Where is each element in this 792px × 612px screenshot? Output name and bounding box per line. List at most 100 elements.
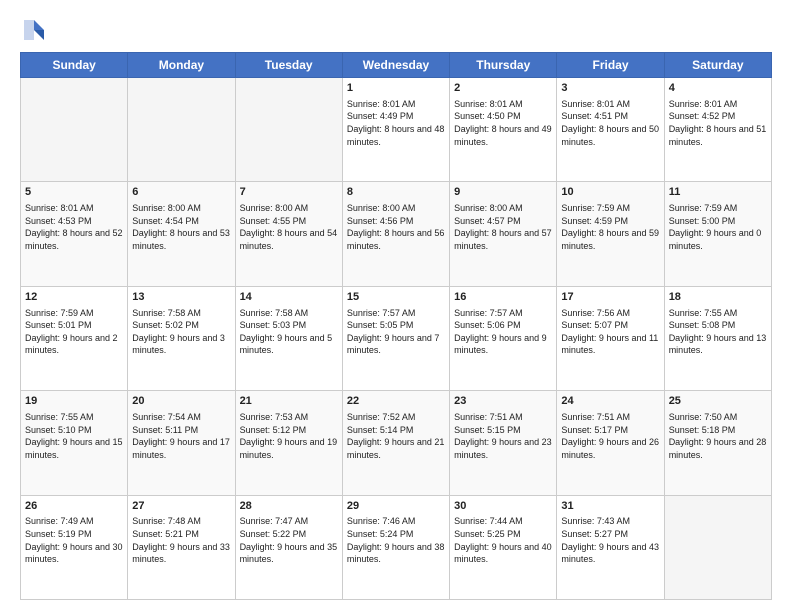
cell-info: Sunrise: 8:00 AM Sunset: 4:57 PM Dayligh… xyxy=(454,202,552,252)
day-number: 24 xyxy=(561,394,659,409)
calendar-cell: 27Sunrise: 7:48 AM Sunset: 5:21 PM Dayli… xyxy=(128,495,235,599)
day-header-thursday: Thursday xyxy=(450,53,557,78)
calendar-cell: 4Sunrise: 8:01 AM Sunset: 4:52 PM Daylig… xyxy=(664,78,771,182)
header xyxy=(20,16,772,44)
calendar-cell: 14 Sunrise: 7:58 AM Sunset: 5:03 PM Dayli… xyxy=(235,286,342,390)
cell-info: Sunrise: 7:59 AM Sunset: 5:00 PM Dayligh… xyxy=(669,202,767,252)
day-number: 6 xyxy=(132,185,230,200)
cell-info: Sunrise: 7:59 AM Sunset: 4:59 PM Dayligh… xyxy=(561,202,659,252)
day-number: 15 xyxy=(347,290,445,305)
day-header-sunday: Sunday xyxy=(21,53,128,78)
cell-info: Sunrise: 8:00 AM Sunset: 4:55 PM Dayligh… xyxy=(240,202,338,252)
calendar-cell: 12 Sunrise: 7:59 AM Sunset: 5:01 PM Dayli… xyxy=(21,286,128,390)
cell-info: Sunrise: 7:55 AM Sunset: 5:08 PM Dayligh… xyxy=(669,307,767,357)
cell-info: Sunrise: 8:01 AM Sunset: 4:50 PM Dayligh… xyxy=(454,98,552,148)
day-number: 27 xyxy=(132,499,230,514)
day-header-monday: Monday xyxy=(128,53,235,78)
day-header-friday: Friday xyxy=(557,53,664,78)
day-number: 28 xyxy=(240,499,338,514)
cell-info: Sunrise: 7:46 AM Sunset: 5:24 PM Dayligh… xyxy=(347,515,445,565)
week-row-1: 1 Sunrise: 8:01 AM Sunset: 4:49 PM Daylig… xyxy=(21,78,772,182)
calendar-cell: 13Sunrise: 7:58 AM Sunset: 5:02 PM Dayli… xyxy=(128,286,235,390)
week-row-5: 26Sunrise: 7:49 AM Sunset: 5:19 PM Dayli… xyxy=(21,495,772,599)
calendar-cell: 19 Sunrise: 7:55 AM Sunset: 5:10 PM Dayli… xyxy=(21,391,128,495)
day-number: 21 xyxy=(240,394,338,409)
day-number: 11 xyxy=(669,185,767,200)
logo-icon xyxy=(20,16,48,44)
day-number: 19 xyxy=(25,394,123,409)
day-number: 16 xyxy=(454,290,552,305)
calendar-table: SundayMondayTuesdayWednesdayThursdayFrid… xyxy=(20,52,772,600)
cell-info: Sunrise: 7:48 AM Sunset: 5:21 PM Dayligh… xyxy=(132,515,230,565)
logo xyxy=(20,16,52,44)
calendar-cell: 5 Sunrise: 8:01 AM Sunset: 4:53 PM Daylig… xyxy=(21,182,128,286)
cell-info: Sunrise: 8:00 AM Sunset: 4:54 PM Dayligh… xyxy=(132,202,230,252)
day-number: 20 xyxy=(132,394,230,409)
calendar-cell: 8 Sunrise: 8:00 AM Sunset: 4:56 PM Daylig… xyxy=(342,182,449,286)
calendar-cell: 29Sunrise: 7:46 AM Sunset: 5:24 PM Dayli… xyxy=(342,495,449,599)
cell-info: Sunrise: 7:55 AM Sunset: 5:10 PM Dayligh… xyxy=(25,411,123,461)
day-number: 10 xyxy=(561,185,659,200)
page: SundayMondayTuesdayWednesdayThursdayFrid… xyxy=(0,0,792,612)
day-number: 9 xyxy=(454,185,552,200)
cell-info: Sunrise: 7:59 AM Sunset: 5:01 PM Dayligh… xyxy=(25,307,123,357)
calendar-cell: 15 Sunrise: 7:57 AM Sunset: 5:05 PM Dayli… xyxy=(342,286,449,390)
cell-info: Sunrise: 7:51 AM Sunset: 5:17 PM Dayligh… xyxy=(561,411,659,461)
day-number: 1 xyxy=(347,81,445,96)
day-number: 12 xyxy=(25,290,123,305)
cell-info: Sunrise: 7:44 AM Sunset: 5:25 PM Dayligh… xyxy=(454,515,552,565)
calendar-cell: 30Sunrise: 7:44 AM Sunset: 5:25 PM Dayli… xyxy=(450,495,557,599)
calendar-cell xyxy=(664,495,771,599)
cell-info: Sunrise: 7:58 AM Sunset: 5:03 PM Dayligh… xyxy=(240,307,338,357)
cell-info: Sunrise: 7:43 AM Sunset: 5:27 PM Dayligh… xyxy=(561,515,659,565)
cell-info: Sunrise: 7:52 AM Sunset: 5:14 PM Dayligh… xyxy=(347,411,445,461)
cell-info: Sunrise: 8:01 AM Sunset: 4:49 PM Dayligh… xyxy=(347,98,445,148)
day-number: 26 xyxy=(25,499,123,514)
calendar-cell: 11 Sunrise: 7:59 AM Sunset: 5:00 PM Dayli… xyxy=(664,182,771,286)
calendar-cell: 10 Sunrise: 7:59 AM Sunset: 4:59 PM Dayli… xyxy=(557,182,664,286)
cell-info: Sunrise: 7:54 AM Sunset: 5:11 PM Dayligh… xyxy=(132,411,230,461)
calendar-cell: 28Sunrise: 7:47 AM Sunset: 5:22 PM Dayli… xyxy=(235,495,342,599)
day-number: 14 xyxy=(240,290,338,305)
day-number: 25 xyxy=(669,394,767,409)
day-number: 7 xyxy=(240,185,338,200)
calendar-cell: 9 Sunrise: 8:00 AM Sunset: 4:57 PM Daylig… xyxy=(450,182,557,286)
calendar-cell: 1 Sunrise: 8:01 AM Sunset: 4:49 PM Daylig… xyxy=(342,78,449,182)
calendar-cell: 23 Sunrise: 7:51 AM Sunset: 5:15 PM Dayli… xyxy=(450,391,557,495)
calendar-cell: 16Sunrise: 7:57 AM Sunset: 5:06 PM Dayli… xyxy=(450,286,557,390)
calendar-cell: 22Sunrise: 7:52 AM Sunset: 5:14 PM Dayli… xyxy=(342,391,449,495)
calendar-cell: 18 Sunrise: 7:55 AM Sunset: 5:08 PM Dayli… xyxy=(664,286,771,390)
day-number: 18 xyxy=(669,290,767,305)
day-number: 5 xyxy=(25,185,123,200)
cell-info: Sunrise: 8:01 AM Sunset: 4:51 PM Dayligh… xyxy=(561,98,659,148)
day-number: 8 xyxy=(347,185,445,200)
calendar-cell: 6 Sunrise: 8:00 AM Sunset: 4:54 PM Daylig… xyxy=(128,182,235,286)
calendar-cell xyxy=(21,78,128,182)
cell-info: Sunrise: 7:57 AM Sunset: 5:05 PM Dayligh… xyxy=(347,307,445,357)
calendar-cell: 2Sunrise: 8:01 AM Sunset: 4:50 PM Daylig… xyxy=(450,78,557,182)
calendar-cell: 3 Sunrise: 8:01 AM Sunset: 4:51 PM Daylig… xyxy=(557,78,664,182)
day-number: 23 xyxy=(454,394,552,409)
calendar-cell xyxy=(128,78,235,182)
cell-info: Sunrise: 8:00 AM Sunset: 4:56 PM Dayligh… xyxy=(347,202,445,252)
day-number: 17 xyxy=(561,290,659,305)
calendar-cell: 31Sunrise: 7:43 AM Sunset: 5:27 PM Dayli… xyxy=(557,495,664,599)
calendar-cell: 24 Sunrise: 7:51 AM Sunset: 5:17 PM Dayli… xyxy=(557,391,664,495)
day-number: 30 xyxy=(454,499,552,514)
calendar-cell: 21Sunrise: 7:53 AM Sunset: 5:12 PM Dayli… xyxy=(235,391,342,495)
calendar-header-row: SundayMondayTuesdayWednesdayThursdayFrid… xyxy=(21,53,772,78)
day-header-saturday: Saturday xyxy=(664,53,771,78)
week-row-4: 19 Sunrise: 7:55 AM Sunset: 5:10 PM Dayli… xyxy=(21,391,772,495)
cell-info: Sunrise: 7:47 AM Sunset: 5:22 PM Dayligh… xyxy=(240,515,338,565)
day-header-wednesday: Wednesday xyxy=(342,53,449,78)
cell-info: Sunrise: 8:01 AM Sunset: 4:52 PM Dayligh… xyxy=(669,98,767,148)
day-number: 29 xyxy=(347,499,445,514)
calendar-cell: 7 Sunrise: 8:00 AM Sunset: 4:55 PM Daylig… xyxy=(235,182,342,286)
day-number: 3 xyxy=(561,81,659,96)
day-number: 13 xyxy=(132,290,230,305)
cell-info: Sunrise: 8:01 AM Sunset: 4:53 PM Dayligh… xyxy=(25,202,123,252)
calendar-cell: 20 Sunrise: 7:54 AM Sunset: 5:11 PM Dayli… xyxy=(128,391,235,495)
week-row-2: 5 Sunrise: 8:01 AM Sunset: 4:53 PM Daylig… xyxy=(21,182,772,286)
cell-info: Sunrise: 7:51 AM Sunset: 5:15 PM Dayligh… xyxy=(454,411,552,461)
calendar-cell: 17Sunrise: 7:56 AM Sunset: 5:07 PM Dayli… xyxy=(557,286,664,390)
